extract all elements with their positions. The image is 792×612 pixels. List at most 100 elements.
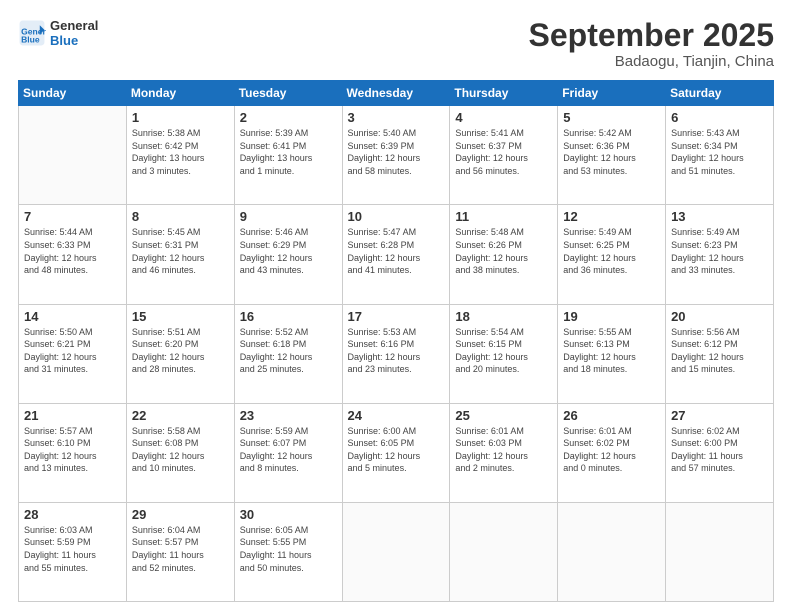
calendar-week-row: 14 Sunrise: 5:50 AMSunset: 6:21 PMDayligh… [19,304,774,403]
cell-info: Sunrise: 5:47 AMSunset: 6:28 PMDaylight:… [348,226,445,276]
table-row: 28Sunrise: 6:03 AMSunset: 5:59 PMDayligh… [19,502,127,601]
cell-info: Sunrise: 5:43 AMSunset: 6:34 PMDaylight:… [671,127,768,177]
day-number: 24 [348,408,445,423]
day-number: 7 [24,209,121,224]
table-row: 20Sunrise: 5:56 AMSunset: 6:12 PMDayligh… [666,304,774,403]
col-sunday: Sunday [19,81,127,106]
table-row: 7 Sunrise: 5:44 AMSunset: 6:33 PMDaylight… [19,205,127,304]
calendar-header-row: Sunday Monday Tuesday Wednesday Thursday… [19,81,774,106]
calendar-table: Sunday Monday Tuesday Wednesday Thursday… [18,80,774,602]
calendar-week-row: 1 Sunrise: 5:38 AMSunset: 6:42 PMDaylight… [19,106,774,205]
day-number: 1 [132,110,229,125]
cell-info: Sunrise: 5:49 AMSunset: 6:23 PMDaylight:… [671,226,768,276]
day-number: 27 [671,408,768,423]
cell-info: Sunrise: 5:53 AMSunset: 6:16 PMDaylight:… [348,326,445,376]
table-row [342,502,450,601]
cell-info: Sunrise: 6:04 AMSunset: 5:57 PMDaylight:… [132,524,229,574]
table-row: 17 Sunrise: 5:53 AMSunset: 6:16 PMDayligh… [342,304,450,403]
svg-text:Blue: Blue [21,34,40,44]
day-number: 17 [348,309,445,324]
logo: General Blue General Blue [18,18,98,48]
calendar-week-row: 21 Sunrise: 5:57 AMSunset: 6:10 PMDayligh… [19,403,774,502]
cell-info: Sunrise: 6:03 AMSunset: 5:59 PMDaylight:… [24,524,121,574]
table-row: 25 Sunrise: 6:01 AMSunset: 6:03 PMDayligh… [450,403,558,502]
table-row: 3 Sunrise: 5:40 AMSunset: 6:39 PMDaylight… [342,106,450,205]
header: General Blue General Blue September 2025… [18,18,774,70]
day-number: 8 [132,209,229,224]
day-number: 25 [455,408,552,423]
day-number: 10 [348,209,445,224]
day-number: 2 [240,110,337,125]
table-row: 18Sunrise: 5:54 AMSunset: 6:15 PMDayligh… [450,304,558,403]
location: Badaogu, Tianjin, China [529,53,774,70]
table-row [19,106,127,205]
col-tuesday: Tuesday [234,81,342,106]
day-number: 15 [132,309,229,324]
table-row: 21 Sunrise: 5:57 AMSunset: 6:10 PMDayligh… [19,403,127,502]
calendar-week-row: 28Sunrise: 6:03 AMSunset: 5:59 PMDayligh… [19,502,774,601]
table-row: 9 Sunrise: 5:46 AMSunset: 6:29 PMDaylight… [234,205,342,304]
cell-info: Sunrise: 5:49 AMSunset: 6:25 PMDaylight:… [563,226,660,276]
table-row [450,502,558,601]
cell-info: Sunrise: 5:39 AMSunset: 6:41 PMDaylight:… [240,127,337,177]
table-row: 12 Sunrise: 5:49 AMSunset: 6:25 PMDayligh… [558,205,666,304]
day-number: 3 [348,110,445,125]
day-number: 26 [563,408,660,423]
cell-info: Sunrise: 6:00 AMSunset: 6:05 PMDaylight:… [348,425,445,475]
cell-info: Sunrise: 5:38 AMSunset: 6:42 PMDaylight:… [132,127,229,177]
day-number: 23 [240,408,337,423]
page: General Blue General Blue September 2025… [0,0,792,612]
table-row: 1 Sunrise: 5:38 AMSunset: 6:42 PMDaylight… [126,106,234,205]
cell-info: Sunrise: 5:40 AMSunset: 6:39 PMDaylight:… [348,127,445,177]
month-title: September 2025 [529,18,774,53]
table-row: 16Sunrise: 5:52 AMSunset: 6:18 PMDayligh… [234,304,342,403]
table-row [558,502,666,601]
table-row: 19Sunrise: 5:55 AMSunset: 6:13 PMDayligh… [558,304,666,403]
day-number: 5 [563,110,660,125]
table-row: 10 Sunrise: 5:47 AMSunset: 6:28 PMDayligh… [342,205,450,304]
day-number: 9 [240,209,337,224]
day-number: 29 [132,507,229,522]
day-number: 30 [240,507,337,522]
table-row: 6 Sunrise: 5:43 AMSunset: 6:34 PMDaylight… [666,106,774,205]
cell-info: Sunrise: 5:58 AMSunset: 6:08 PMDaylight:… [132,425,229,475]
cell-info: Sunrise: 5:54 AMSunset: 6:15 PMDaylight:… [455,326,552,376]
cell-info: Sunrise: 6:05 AMSunset: 5:55 PMDaylight:… [240,524,337,574]
cell-info: Sunrise: 5:46 AMSunset: 6:29 PMDaylight:… [240,226,337,276]
logo-icon: General Blue [18,19,46,47]
day-number: 16 [240,309,337,324]
calendar-week-row: 7 Sunrise: 5:44 AMSunset: 6:33 PMDaylight… [19,205,774,304]
table-row: 8 Sunrise: 5:45 AMSunset: 6:31 PMDaylight… [126,205,234,304]
table-row: 23 Sunrise: 5:59 AMSunset: 6:07 PMDayligh… [234,403,342,502]
logo-line1: General [50,18,98,33]
title-block: September 2025 Badaogu, Tianjin, China [529,18,774,70]
col-saturday: Saturday [666,81,774,106]
table-row: 5 Sunrise: 5:42 AMSunset: 6:36 PMDaylight… [558,106,666,205]
cell-info: Sunrise: 5:44 AMSunset: 6:33 PMDaylight:… [24,226,121,276]
logo-line2: Blue [50,33,98,48]
day-number: 21 [24,408,121,423]
table-row: 26 Sunrise: 6:01 AMSunset: 6:02 PMDayligh… [558,403,666,502]
table-row: 2 Sunrise: 5:39 AMSunset: 6:41 PMDaylight… [234,106,342,205]
table-row: 29 Sunrise: 6:04 AMSunset: 5:57 PMDayligh… [126,502,234,601]
cell-info: Sunrise: 5:51 AMSunset: 6:20 PMDaylight:… [132,326,229,376]
day-number: 12 [563,209,660,224]
cell-info: Sunrise: 5:55 AMSunset: 6:13 PMDaylight:… [563,326,660,376]
cell-info: Sunrise: 6:02 AMSunset: 6:00 PMDaylight:… [671,425,768,475]
table-row: 15 Sunrise: 5:51 AMSunset: 6:20 PMDayligh… [126,304,234,403]
cell-info: Sunrise: 5:59 AMSunset: 6:07 PMDaylight:… [240,425,337,475]
cell-info: Sunrise: 5:41 AMSunset: 6:37 PMDaylight:… [455,127,552,177]
day-number: 14 [24,309,121,324]
cell-info: Sunrise: 5:50 AMSunset: 6:21 PMDaylight:… [24,326,121,376]
cell-info: Sunrise: 6:01 AMSunset: 6:02 PMDaylight:… [563,425,660,475]
day-number: 6 [671,110,768,125]
table-row: 24 Sunrise: 6:00 AMSunset: 6:05 PMDayligh… [342,403,450,502]
cell-info: Sunrise: 5:56 AMSunset: 6:12 PMDaylight:… [671,326,768,376]
cell-info: Sunrise: 5:48 AMSunset: 6:26 PMDaylight:… [455,226,552,276]
cell-info: Sunrise: 5:42 AMSunset: 6:36 PMDaylight:… [563,127,660,177]
day-number: 13 [671,209,768,224]
cell-info: Sunrise: 5:45 AMSunset: 6:31 PMDaylight:… [132,226,229,276]
cell-info: Sunrise: 6:01 AMSunset: 6:03 PMDaylight:… [455,425,552,475]
table-row: 22Sunrise: 5:58 AMSunset: 6:08 PMDayligh… [126,403,234,502]
cell-info: Sunrise: 5:57 AMSunset: 6:10 PMDaylight:… [24,425,121,475]
